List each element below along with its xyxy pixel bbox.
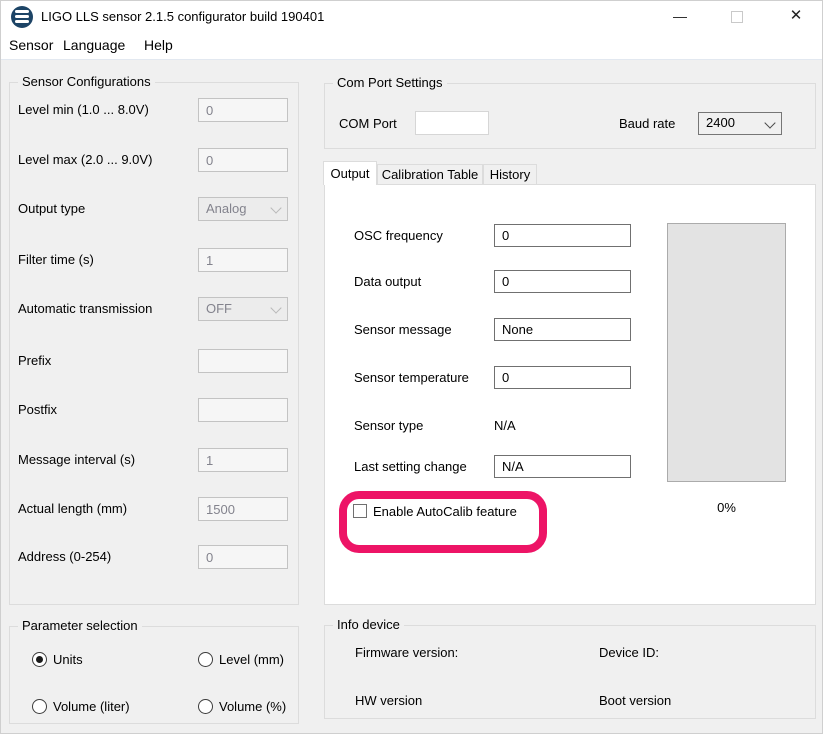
auto-transmission-value: OFF <box>206 301 232 316</box>
sensor-type-label: Sensor type <box>354 414 423 437</box>
tab-calibration-table[interactable]: Calibration Table <box>377 164 483 185</box>
prefix-label: Prefix <box>18 349 51 373</box>
field-row-level-min: Level min (1.0 ... 8.0V) <box>10 98 298 122</box>
field-row-prefix: Prefix <box>10 349 298 373</box>
radio-icon <box>32 652 47 667</box>
field-row-auto-transmission: Automatic transmission OFF <box>10 297 298 321</box>
maximize-button[interactable] <box>717 1 757 33</box>
maximize-icon <box>731 11 743 23</box>
address-input[interactable] <box>198 545 288 569</box>
output-type-label: Output type <box>18 197 85 221</box>
sensor-temperature-label: Sensor temperature <box>354 366 469 389</box>
autocalib-checkbox[interactable] <box>353 504 367 518</box>
baud-rate-label: Baud rate <box>619 112 675 136</box>
autocalib-checkbox-label: Enable AutoCalib feature <box>373 503 517 520</box>
field-row-filter-time: Filter time (s) <box>10 248 298 272</box>
output-tab-panel: OSC frequency Data output Sensor message… <box>324 184 816 605</box>
data-output-label: Data output <box>354 270 421 293</box>
menu-bar: Sensor Language Help <box>1 33 822 60</box>
menu-sensor[interactable]: Sensor <box>9 33 53 59</box>
field-row-level-max: Level max (2.0 ... 9.0V) <box>10 148 298 172</box>
message-interval-label: Message interval (s) <box>18 448 135 472</box>
level-percent-label: 0% <box>667 500 786 515</box>
postfix-input[interactable] <box>198 398 288 422</box>
postfix-label: Postfix <box>18 398 57 422</box>
field-row-actual-length: Actual length (mm) <box>10 497 298 521</box>
app-window: LIGO LLS sensor 2.1.5 configurator build… <box>0 0 823 734</box>
window-title: LIGO LLS sensor 2.1.5 configurator build… <box>41 1 324 33</box>
address-label: Address (0-254) <box>18 545 111 569</box>
com-port-input[interactable] <box>415 111 489 135</box>
baud-rate-value: 2400 <box>706 115 735 130</box>
level-indicator <box>667 223 786 482</box>
com-port-settings-title: Com Port Settings <box>333 75 447 90</box>
app-icon <box>11 6 33 28</box>
firmware-version-label: Firmware version: <box>355 644 458 662</box>
radio-volume-liter-label: Volume (liter) <box>53 698 130 716</box>
output-type-value: Analog <box>206 201 246 216</box>
sensor-configurations-group: Sensor Configurations Level min (1.0 ...… <box>9 82 299 605</box>
sensor-type-value: N/A <box>494 414 516 437</box>
menu-language[interactable]: Language <box>63 33 125 59</box>
last-setting-change-label: Last setting change <box>354 455 467 478</box>
radio-units-label: Units <box>53 651 83 669</box>
title-bar: LIGO LLS sensor 2.1.5 configurator build… <box>1 1 822 33</box>
osc-frequency-input[interactable] <box>494 224 631 247</box>
radio-icon <box>32 699 47 714</box>
last-setting-change-input[interactable] <box>494 455 631 478</box>
level-min-label: Level min (1.0 ... 8.0V) <box>18 98 149 122</box>
level-max-label: Level max (2.0 ... 9.0V) <box>18 148 152 172</box>
info-device-group: Info device Firmware version: Device ID:… <box>324 625 816 719</box>
com-port-settings-group: Com Port Settings COM Port Baud rate 240… <box>324 83 816 149</box>
field-row-message-interval: Message interval (s) <box>10 448 298 472</box>
baud-rate-dropdown[interactable]: 2400 <box>698 112 782 135</box>
radio-icon <box>198 699 213 714</box>
parameter-selection-title: Parameter selection <box>18 618 142 633</box>
tab-output[interactable]: Output <box>323 161 377 185</box>
close-button[interactable]: ✕ <box>776 1 816 33</box>
field-row-address: Address (0-254) <box>10 545 298 569</box>
filter-time-label: Filter time (s) <box>18 248 94 272</box>
annotation-highlight-ring <box>339 491 547 553</box>
data-output-input[interactable] <box>494 270 631 293</box>
chevron-down-icon <box>764 117 775 128</box>
sensor-message-input[interactable] <box>494 318 631 341</box>
radio-icon <box>198 652 213 667</box>
radio-volume-percent-label: Volume (%) <box>219 698 286 716</box>
chevron-down-icon <box>270 302 281 313</box>
output-type-dropdown[interactable]: Analog <box>198 197 288 221</box>
hw-version-label: HW version <box>355 692 422 710</box>
minimize-button[interactable]: — <box>660 1 700 33</box>
field-row-output-type: Output type Analog <box>10 197 298 221</box>
sensor-configurations-title: Sensor Configurations <box>18 74 155 89</box>
sensor-message-label: Sensor message <box>354 318 452 341</box>
tab-history[interactable]: History <box>483 164 537 185</box>
com-port-label: COM Port <box>339 112 397 136</box>
actual-length-label: Actual length (mm) <box>18 497 127 521</box>
boot-version-label: Boot version <box>599 692 671 710</box>
radio-level-mm-label: Level (mm) <box>219 651 284 669</box>
prefix-input[interactable] <box>198 349 288 373</box>
auto-transmission-label: Automatic transmission <box>18 297 152 321</box>
filter-time-input[interactable] <box>198 248 288 272</box>
level-min-input[interactable] <box>198 98 288 122</box>
level-max-input[interactable] <box>198 148 288 172</box>
actual-length-input[interactable] <box>198 497 288 521</box>
parameter-selection-group: Parameter selection Units Level (mm) Vol… <box>9 626 299 724</box>
auto-transmission-dropdown[interactable]: OFF <box>198 297 288 321</box>
message-interval-input[interactable] <box>198 448 288 472</box>
menu-help[interactable]: Help <box>144 33 173 59</box>
field-row-postfix: Postfix <box>10 398 298 422</box>
osc-frequency-label: OSC frequency <box>354 224 443 247</box>
sensor-temperature-input[interactable] <box>494 366 631 389</box>
info-device-title: Info device <box>333 617 404 632</box>
device-id-label: Device ID: <box>599 644 659 662</box>
chevron-down-icon <box>270 202 281 213</box>
